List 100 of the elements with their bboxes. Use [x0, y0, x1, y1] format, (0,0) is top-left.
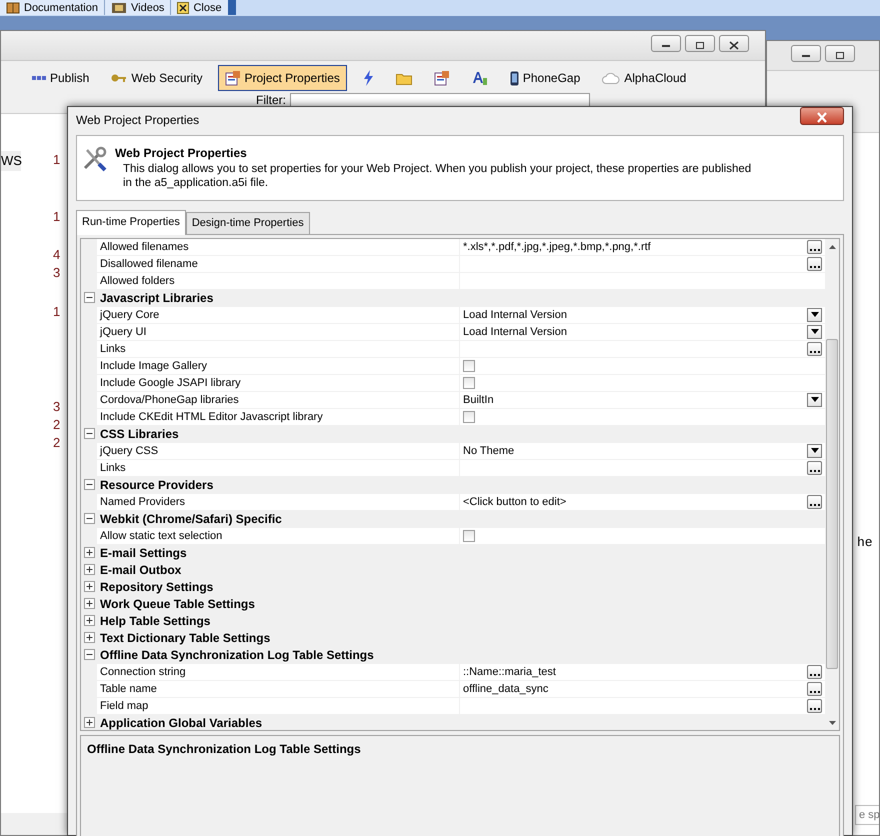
expand-icon[interactable]	[84, 632, 94, 643]
minimize-button[interactable]	[651, 35, 681, 52]
toolbar-button[interactable]: PhoneGap	[502, 65, 588, 91]
list-item[interactable]: WS	[1, 151, 21, 170]
property-name: Allowed filenames	[99, 240, 190, 254]
tab[interactable]: Design-time Properties	[186, 212, 310, 234]
dropdown-button[interactable]	[807, 308, 822, 322]
text-fragment: he	[857, 534, 874, 552]
scroll-up-icon	[828, 244, 836, 248]
checkbox[interactable]	[463, 410, 475, 422]
property-name: jQuery UI	[98, 324, 148, 340]
property-name: Allow static text selection	[99, 528, 224, 544]
expand-icon[interactable]	[84, 581, 94, 592]
property-name: Table name	[99, 682, 158, 696]
book-icon	[6, 2, 20, 14]
taskbar-button[interactable]: Documentation	[0, 0, 105, 15]
minimize-icon	[662, 44, 670, 47]
ellipsis-icon	[810, 690, 820, 694]
ellipsis-button[interactable]	[807, 460, 822, 474]
property-value: offline_data_sync	[463, 682, 548, 696]
row-number: 1	[53, 208, 60, 226]
collapse-icon[interactable]	[84, 292, 94, 303]
collapse-icon[interactable]	[84, 649, 94, 660]
expand-icon[interactable]	[84, 547, 94, 558]
folder-icon	[396, 72, 412, 84]
expand-icon[interactable]	[84, 717, 94, 728]
caret-icon	[810, 448, 818, 453]
ellipsis-icon	[810, 350, 820, 354]
maximize-button[interactable]	[825, 45, 855, 62]
properties-icon	[434, 70, 450, 86]
tab[interactable]: Run-time Properties	[76, 210, 186, 234]
toolbar-button[interactable]: Web Security	[104, 65, 210, 91]
header-title: Web Project Properties	[115, 145, 248, 162]
phone-icon	[510, 70, 519, 86]
row-number: 1	[53, 151, 60, 169]
property-name: Include Google JSAPI library	[99, 376, 242, 390]
property-name: Connection string	[99, 664, 187, 680]
ellipsis-button[interactable]	[807, 682, 822, 696]
ellipsis-icon	[810, 502, 820, 506]
ellipsis-icon	[810, 248, 820, 252]
category-label: Work Queue Table Settings	[99, 596, 255, 612]
caret-icon	[810, 329, 818, 334]
close-button[interactable]	[719, 35, 749, 52]
ellipsis-icon	[810, 468, 820, 472]
ellipsis-icon	[810, 264, 820, 268]
dots-icon	[32, 75, 46, 81]
toolbar-button[interactable]: Publish	[25, 65, 96, 91]
category-label: Help Table Settings	[99, 612, 210, 628]
ellipsis-icon	[810, 706, 820, 710]
property-name: Include CKEdit HTML Editor Javascript library	[99, 410, 324, 424]
property-value: No Theme	[463, 444, 514, 458]
property-value: BuiltIn	[463, 392, 494, 408]
property-name: Named Providers	[99, 494, 186, 510]
expand-icon[interactable]	[84, 615, 94, 626]
checkbox[interactable]	[463, 530, 475, 542]
checkbox[interactable]	[463, 360, 475, 372]
category-label: Offline Data Synchronization Log Table Settings	[99, 646, 374, 662]
collapse-icon[interactable]	[84, 479, 94, 490]
category-label: E-mail Settings	[99, 544, 187, 560]
scrollbar-thumb[interactable]	[826, 338, 838, 668]
taskbar-button[interactable]: Videos	[105, 0, 172, 15]
taskbar-button[interactable]: Close	[171, 0, 236, 15]
maximize-button[interactable]	[685, 35, 715, 52]
ellipsis-button[interactable]	[807, 240, 822, 254]
property-name: Field map	[99, 698, 150, 714]
dropdown-button[interactable]	[807, 392, 822, 406]
lightning-icon	[362, 70, 374, 86]
toolbar-button[interactable]: AlphaCloud	[595, 65, 694, 91]
tools-icon	[81, 146, 107, 172]
category-label: Resource Providers	[99, 476, 214, 492]
ellipsis-button[interactable]	[807, 664, 822, 678]
close-button[interactable]	[800, 107, 844, 125]
category-label: Repository Settings	[99, 578, 214, 594]
ellipsis-button[interactable]	[807, 698, 822, 712]
close-icon	[815, 112, 829, 124]
property-name: Links	[99, 460, 127, 476]
minimize-button[interactable]	[791, 45, 821, 62]
input-field[interactable]: e sp	[855, 804, 879, 824]
ellipsis-button[interactable]	[807, 494, 822, 508]
property-name: Include Image Gallery	[99, 358, 208, 374]
cloud-icon	[602, 72, 620, 84]
collapse-icon[interactable]	[84, 428, 94, 439]
property-name: Cordova/PhoneGap libraries	[99, 392, 240, 408]
collapse-icon[interactable]	[84, 513, 94, 524]
checkbox[interactable]	[463, 376, 475, 388]
description-title: Offline Data Synchronization Log Table Settings	[86, 740, 362, 758]
ellipsis-button[interactable]	[807, 256, 822, 270]
toolbar-button[interactable]: Project Properties	[218, 65, 347, 91]
properties-icon	[224, 70, 240, 86]
expand-icon[interactable]	[84, 564, 94, 575]
dropdown-button[interactable]	[807, 324, 822, 338]
ellipsis-button[interactable]	[807, 342, 822, 356]
font-icon	[472, 70, 488, 86]
category-label: Application Global Variables	[99, 714, 262, 730]
filter-field[interactable]	[290, 93, 590, 107]
ellipsis-icon	[810, 672, 820, 676]
dropdown-button[interactable]	[807, 444, 822, 458]
filter-label: Filter:	[256, 92, 286, 109]
expand-icon[interactable]	[84, 598, 94, 609]
property-value: Load Internal Version	[463, 308, 567, 322]
